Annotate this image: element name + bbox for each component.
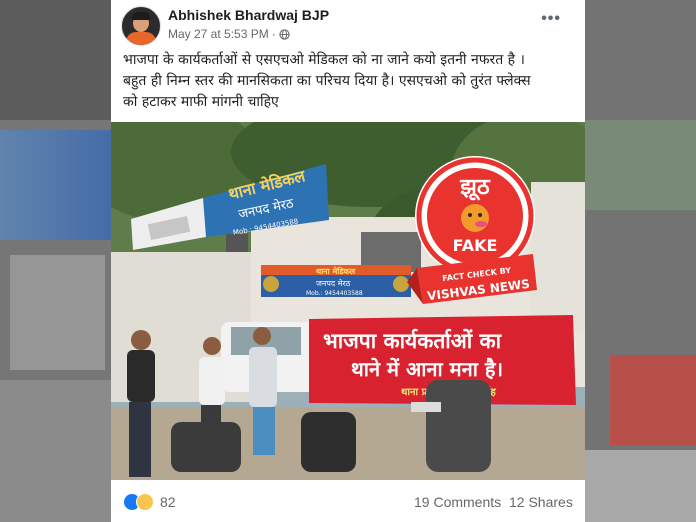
post-date[interactable]: May 27 at 5:53 PM	[168, 27, 269, 41]
reaction-count[interactable]: 82	[160, 494, 176, 510]
author-name[interactable]: Abhishek Bhardwaj BJP	[168, 7, 329, 23]
facebook-post-card: Abhishek Bhardwaj BJP May 27 at 5:53 PM …	[111, 0, 585, 522]
comments-count[interactable]: 19 Comments	[414, 494, 501, 510]
sign2-main: थाना मेडिकल	[316, 266, 356, 276]
sign2-sub: जनपद मेरठ	[316, 278, 351, 288]
shares-count[interactable]: 12 Shares	[509, 494, 573, 510]
post-photo[interactable]: थाना मेडिकल जनपद मेरठ Mob.: 9454403588 थ…	[111, 122, 585, 480]
post-meta: May 27 at 5:53 PM ·	[168, 27, 290, 41]
globe-icon	[279, 28, 290, 40]
banner-line1: भाजपा कार्यकर्ताओं का	[323, 328, 503, 353]
stamp-label: FAKE	[453, 236, 498, 255]
post-text-line: भाजपा के कार्यकर्ताओं से एसएचओ मेडिकल को…	[123, 52, 525, 68]
sad-icon	[136, 493, 154, 511]
post-text-line: बहुत ही निम्न स्तर की मानसिकता का परिचय …	[123, 73, 531, 89]
post-text-line: को हटाकर माफी मांगनी चाहिए	[123, 94, 279, 110]
author-avatar[interactable]	[121, 6, 161, 46]
post-text: भाजपा के कार्यकर्ताओं से एसएचओ मेडिकल को…	[123, 50, 577, 113]
banner-line2: थाने में आना मना है।	[351, 357, 503, 381]
sign2-phone: Mob.: 9454403588	[306, 290, 363, 297]
stamp-top: झूठ	[459, 175, 491, 201]
station-sign-secondary: थाना मेडिकल जनपद मेरठ Mob.: 9454403588	[261, 265, 411, 297]
more-options-icon[interactable]: •••	[541, 10, 561, 28]
reactions[interactable]: 82	[123, 493, 176, 511]
post-header: Abhishek Bhardwaj BJP May 27 at 5:53 PM …	[111, 0, 585, 46]
